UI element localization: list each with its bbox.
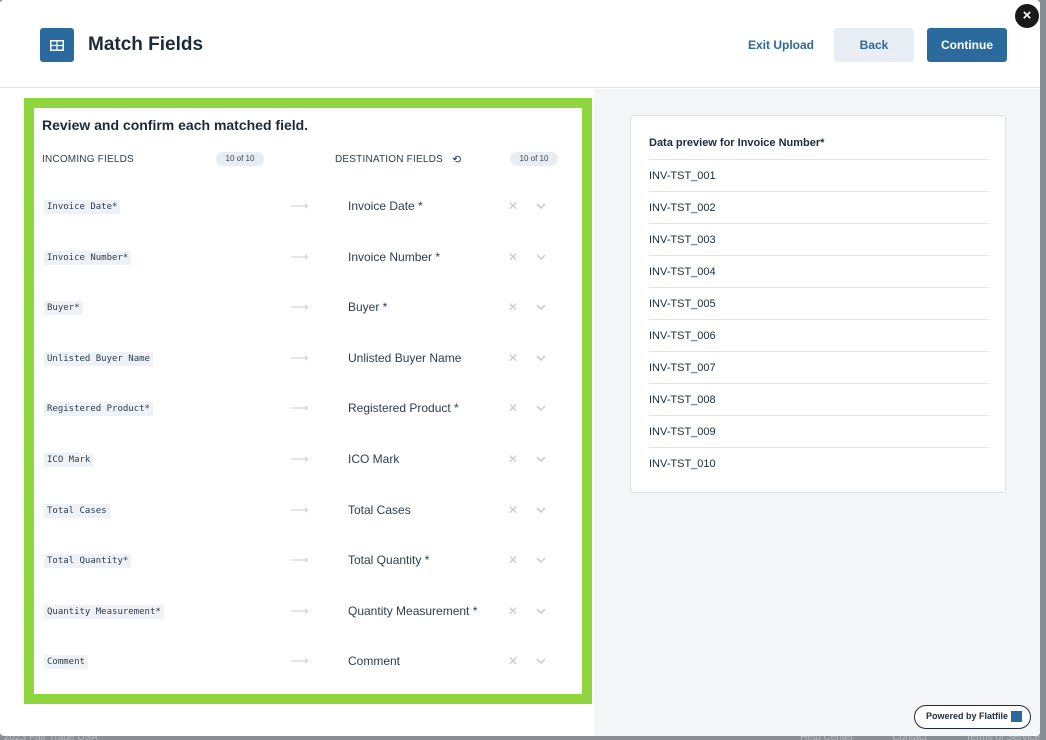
field-row: Invoice Date* ⟶ Invoice Date * ✕ (34, 188, 582, 228)
destination-field[interactable]: Total Quantity * (348, 553, 429, 567)
incoming-fields-label: INCOMING FIELDS (42, 154, 134, 165)
field-row: Buyer* ⟶ Buyer * ✕ (34, 289, 582, 329)
preview-item: INV-TST_008 (649, 383, 989, 415)
clear-icon[interactable]: ✕ (508, 553, 518, 567)
preview-item: INV-TST_010 (649, 447, 989, 479)
page-title: Match Fields (88, 34, 204, 55)
field-row: ICO Mark ⟶ ICO Mark ✕ (34, 441, 582, 481)
modal-header: Match Fields Exit Upload Back Continue (0, 0, 1040, 88)
clear-icon[interactable]: ✕ (508, 654, 518, 668)
preview-item: INV-TST_005 (649, 287, 989, 319)
destination-field[interactable]: Buyer * (348, 300, 387, 314)
field-row: Total Cases ⟶ Total Cases ✕ (34, 492, 582, 532)
chevron-down-icon[interactable] (534, 553, 548, 567)
incoming-field: Registered Product* (44, 402, 153, 417)
incoming-field: Unlisted Buyer Name (44, 351, 153, 366)
incoming-field: Quantity Measurement* (44, 604, 164, 619)
arrow-right-icon: ⟶ (290, 653, 309, 669)
powered-by-label: Powered by Flatfile (926, 711, 1009, 721)
arrow-right-icon: ⟶ (290, 552, 309, 568)
clear-icon[interactable]: ✕ (508, 300, 518, 314)
flatfile-logo-icon (1011, 711, 1022, 722)
destination-fields-label: DESTINATION FIELDS (335, 154, 443, 165)
destination-field[interactable]: Quantity Measurement * (348, 604, 477, 618)
match-heading: Review and confirm each matched field. (42, 117, 309, 133)
preview-item: INV-TST_006 (649, 319, 989, 351)
destination-field[interactable]: Invoice Date * (348, 199, 423, 213)
chevron-down-icon[interactable] (534, 452, 548, 466)
destination-count-badge: 10 of 10 (510, 152, 558, 166)
preview-item: INV-TST_007 (649, 351, 989, 383)
incoming-field: Total Cases (44, 503, 110, 518)
arrow-right-icon: ⟶ (290, 248, 309, 264)
preview-item: INV-TST_001 (649, 159, 989, 191)
field-row: Registered Product* ⟶ Registered Product *… (34, 390, 582, 430)
arrow-right-icon: ⟶ (290, 299, 309, 315)
arrow-right-icon: ⟶ (290, 198, 309, 213)
match-fields-panel: Review and confirm each matched field. I… (24, 98, 592, 704)
incoming-field: Invoice Number* (44, 250, 132, 265)
powered-by-badge[interactable]: Powered by Flatfile (914, 705, 1031, 729)
arrow-right-icon: ⟶ (290, 349, 309, 365)
destination-field[interactable]: Registered Product * (348, 401, 459, 415)
clear-icon[interactable]: ✕ (508, 351, 518, 365)
clear-icon[interactable]: ✕ (508, 604, 518, 618)
clear-icon[interactable]: ✕ (508, 250, 518, 264)
arrow-right-icon: ⟶ (290, 400, 309, 416)
incoming-field: Buyer* (44, 301, 83, 316)
table-icon (40, 28, 74, 62)
clear-icon[interactable]: ✕ (508, 452, 518, 466)
chevron-down-icon[interactable] (534, 401, 548, 415)
incoming-count-badge: 10 of 10 (216, 152, 264, 166)
chevron-down-icon[interactable] (534, 604, 548, 618)
destination-field[interactable]: Invoice Number * (348, 250, 440, 264)
incoming-field: ICO Mark (44, 453, 94, 467)
arrow-right-icon: ⟶ (290, 602, 309, 618)
chevron-down-icon[interactable] (534, 300, 548, 314)
preview-item: INV-TST_009 (649, 415, 989, 447)
chevron-down-icon[interactable] (534, 250, 548, 264)
chevron-down-icon[interactable] (534, 654, 548, 668)
clear-icon[interactable]: ✕ (508, 199, 518, 213)
field-row: Total Quantity* ⟶ Total Quantity * ✕ (34, 542, 582, 582)
exit-upload-button[interactable]: Exit Upload (738, 28, 824, 62)
incoming-field: Total Quantity* (44, 554, 132, 569)
incoming-field: Invoice Date* (44, 200, 121, 214)
field-row: Invoice Number* ⟶ Invoice Number * ✕ (34, 239, 582, 279)
preview-title: Data preview for Invoice Number* (649, 137, 825, 149)
clear-icon[interactable]: ✕ (508, 401, 518, 415)
close-icon[interactable]: × (1015, 4, 1039, 28)
destination-field[interactable]: Comment (348, 654, 400, 668)
chevron-down-icon[interactable] (534, 351, 548, 365)
destination-field[interactable]: ICO Mark (348, 452, 399, 466)
preview-list: INV-TST_001 INV-TST_002 INV-TST_003 INV-TST… (649, 159, 989, 479)
field-row: Quantity Measurement* ⟶ Quantity Measureme… (34, 593, 582, 633)
reset-icon[interactable]: ⟲ (452, 153, 461, 166)
arrow-right-icon: ⟶ (290, 451, 309, 466)
data-preview-card: Data preview for Invoice Number* INV-TST… (630, 115, 1006, 493)
chevron-down-icon[interactable] (534, 199, 548, 213)
field-row: Unlisted Buyer Name ⟶ Unlisted Buyer Name ✕ (34, 340, 582, 380)
field-row: Comment ⟶ Comment ✕ (34, 643, 582, 683)
preview-item: INV-TST_003 (649, 223, 989, 255)
destination-field[interactable]: Unlisted Buyer Name (348, 351, 461, 365)
clear-icon[interactable]: ✕ (508, 503, 518, 517)
arrow-right-icon: ⟶ (290, 501, 309, 517)
match-fields-modal: Match Fields Exit Upload Back Continue R… (0, 0, 1040, 736)
back-button[interactable]: Back (834, 28, 914, 62)
preview-item: INV-TST_004 (649, 255, 989, 287)
chevron-down-icon[interactable] (534, 503, 548, 517)
incoming-field: Comment (44, 655, 88, 670)
destination-field[interactable]: Total Cases (348, 503, 411, 517)
preview-item: INV-TST_002 (649, 191, 989, 223)
continue-button[interactable]: Continue (927, 28, 1007, 62)
